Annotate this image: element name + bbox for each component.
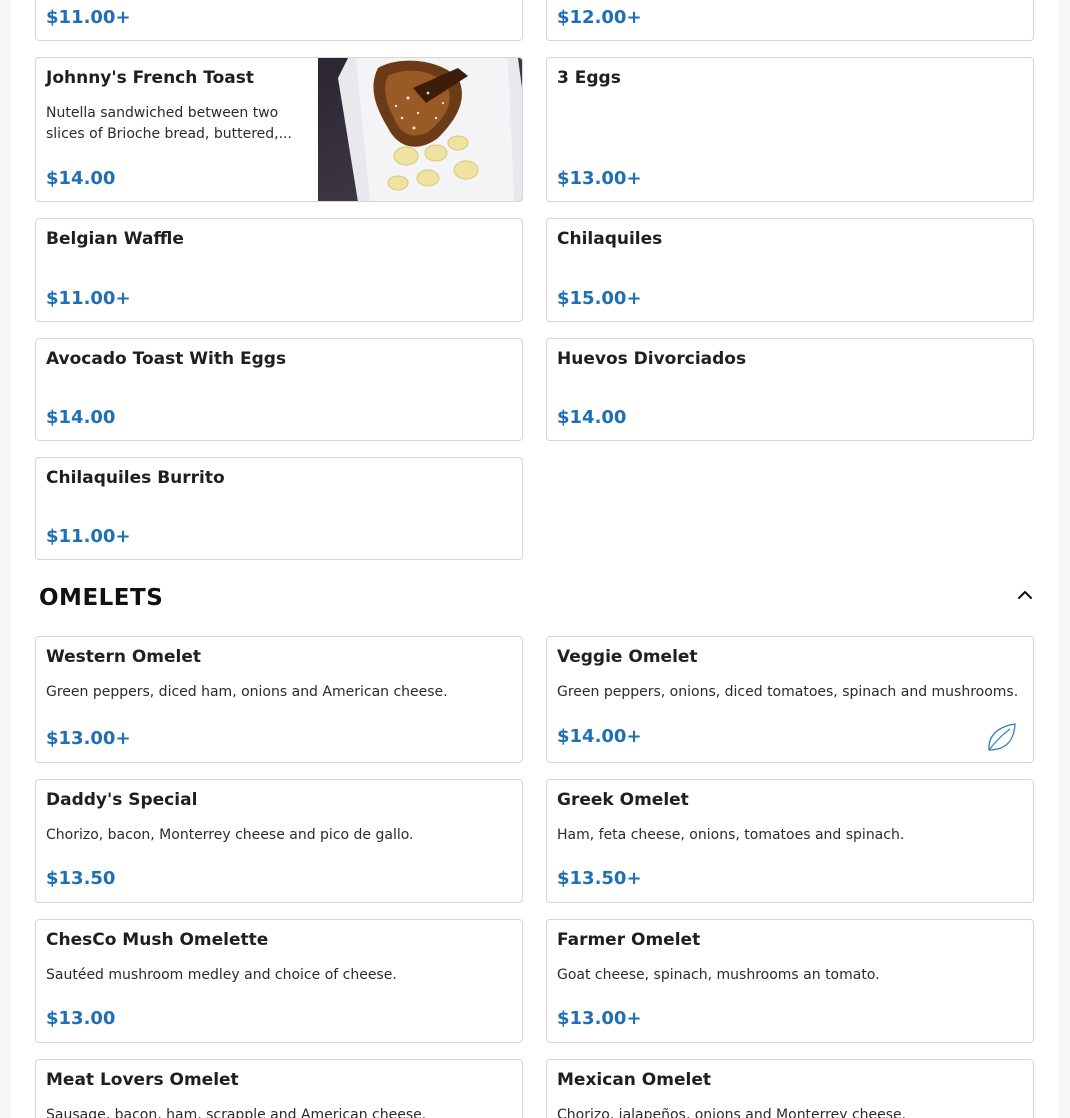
menu-item-card[interactable]: Avocado Toast With Eggs $14.00 <box>35 338 523 441</box>
item-description: Chorizo, jalapeños, onions and Monterrey… <box>557 1107 907 1118</box>
item-name: Veggie Omelet <box>557 647 698 667</box>
item-name: Meat Lovers Omelet <box>46 1070 239 1090</box>
menu-item-card[interactable]: Johnny's French Toast Nutella sandwiched… <box>35 57 523 202</box>
item-price: $13.00+ <box>46 728 131 749</box>
item-price: $14.00 <box>46 407 116 428</box>
item-name: Greek Omelet <box>557 790 689 810</box>
menu-item-card[interactable]: Veggie Omelet Green peppers, onions, dic… <box>546 636 1034 763</box>
item-price: $13.50+ <box>557 868 642 889</box>
french-toast-photo <box>318 58 522 201</box>
item-price: $15.00+ <box>557 288 642 309</box>
menu-item-card[interactable]: 3 Eggs $13.00+ <box>546 57 1034 202</box>
item-description: Goat cheese, spinach, mushrooms an tomat… <box>557 967 880 983</box>
item-price: $13.00 <box>46 1008 116 1029</box>
item-price: $11.00+ <box>46 526 131 547</box>
chevron-up-icon[interactable] <box>1014 585 1036 605</box>
item-name: ChesCo Mush Omelette <box>46 930 269 950</box>
vegetarian-leaf-icon <box>988 723 1016 751</box>
item-name: Chilaquiles <box>557 229 663 249</box>
item-price: $11.00+ <box>46 7 131 28</box>
menu-item-card[interactable]: Western Omelet Green peppers, diced ham,… <box>35 636 523 763</box>
item-name: Chilaquiles Burrito <box>46 468 225 488</box>
menu-item-card[interactable]: Meat Lovers Omelet Sausage, bacon, ham, … <box>35 1059 523 1118</box>
item-name: Mexican Omelet <box>557 1070 711 1090</box>
item-description: Chorizo, bacon, Monterrey cheese and pic… <box>46 827 414 843</box>
item-name: Daddy's Special <box>46 790 198 810</box>
item-price: $13.00+ <box>557 168 642 189</box>
item-description: Sautéed mushroom medley and choice of ch… <box>46 967 397 983</box>
menu-item-card[interactable]: Greek Omelet Ham, feta cheese, onions, t… <box>546 779 1034 903</box>
item-price: $11.00+ <box>46 288 131 309</box>
item-description: Sausage, bacon, ham, scrapple and Americ… <box>46 1107 427 1118</box>
menu-item-card[interactable]: Mexican Omelet Chorizo, jalapeños, onion… <box>546 1059 1034 1118</box>
item-price: $14.00 <box>46 168 116 189</box>
item-price: $13.50 <box>46 868 116 889</box>
item-price: $14.00+ <box>557 726 642 747</box>
item-name: Huevos Divorciados <box>557 349 747 369</box>
item-name: Western Omelet <box>46 647 202 667</box>
item-price: $13.00+ <box>557 1008 642 1029</box>
menu-item-card[interactable]: Chilaquiles $15.00+ <box>546 218 1034 322</box>
menu-item-card[interactable]: Chilaquiles Burrito $11.00+ <box>35 457 523 560</box>
item-name: Belgian Waffle <box>46 229 184 249</box>
item-name: Avocado Toast With Eggs <box>46 349 287 369</box>
menu-item-card[interactable]: Farmer Omelet Goat cheese, spinach, mush… <box>546 919 1034 1043</box>
menu-item-card[interactable]: $11.00+ <box>35 0 523 41</box>
item-description: Green peppers, onions, diced tomatoes, s… <box>557 684 1019 700</box>
section-title-omelets: OMELETS <box>39 585 164 611</box>
item-price: $14.00 <box>557 407 627 428</box>
menu-page: $11.00+ $12.00+ Johnny's French Toast Nu… <box>11 0 1059 1118</box>
item-name: 3 Eggs <box>557 68 621 88</box>
item-description: Green peppers, diced ham, onions and Ame… <box>46 684 448 700</box>
item-name: Johnny's French Toast <box>46 68 255 88</box>
item-description: Nutella sandwiched between two slices of… <box>46 105 292 142</box>
menu-item-card[interactable]: Huevos Divorciados $14.00 <box>546 338 1034 441</box>
menu-item-card[interactable]: ChesCo Mush Omelette Sautéed mushroom me… <box>35 919 523 1043</box>
item-description: Ham, feta cheese, onions, tomatoes and s… <box>557 827 905 843</box>
item-name: Farmer Omelet <box>557 930 701 950</box>
item-price: $12.00+ <box>557 7 642 28</box>
menu-item-card[interactable]: Daddy's Special Chorizo, bacon, Monterre… <box>35 779 523 903</box>
menu-item-card[interactable]: $12.00+ <box>546 0 1034 41</box>
menu-item-card[interactable]: Belgian Waffle $11.00+ <box>35 218 523 322</box>
